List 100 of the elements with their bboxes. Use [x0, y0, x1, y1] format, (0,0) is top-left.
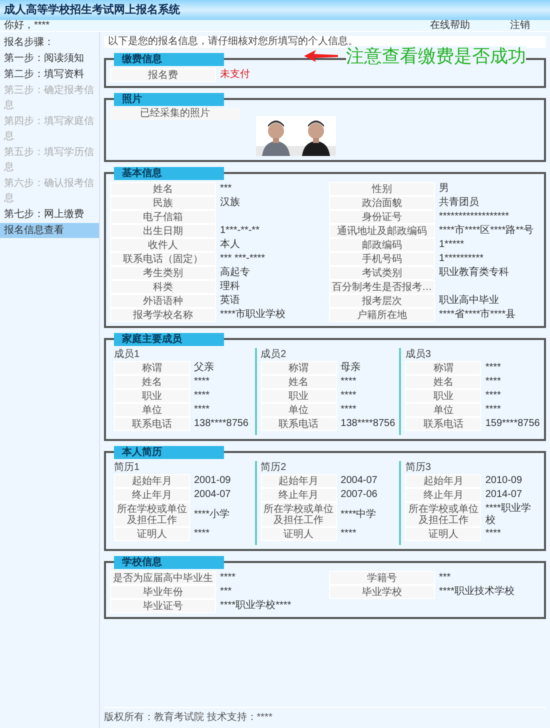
field-label: 出生日期	[110, 224, 216, 238]
field-value: 2014-07	[484, 489, 522, 501]
field-label: 身份证号	[329, 210, 435, 224]
field-label: 起始年月	[114, 474, 190, 488]
field-value: ****市职业学校	[219, 309, 286, 321]
field-label: 所在学校或单位及担任工作	[405, 502, 482, 527]
field-value: *** ***-****	[219, 253, 266, 265]
group-title: 简历1	[114, 461, 141, 474]
field-label: 称谓	[405, 361, 482, 375]
header-link[interactable]: 注销	[510, 20, 530, 31]
field-value: ****	[193, 404, 210, 416]
field-label: 称谓	[260, 361, 337, 375]
field-value: ****中学	[340, 508, 376, 520]
field-value: ****	[484, 362, 501, 374]
field-value: 2001-09	[193, 475, 231, 487]
field-value: 共青团员	[438, 197, 479, 209]
field-label: 姓名	[114, 375, 190, 389]
group-title: 简历2	[260, 461, 288, 474]
field-label: 联系电话（固定）	[110, 252, 216, 266]
field-value: ****	[484, 390, 501, 402]
field-value: ****	[340, 528, 356, 540]
field-value: ****	[484, 528, 501, 540]
field-label: 考试类别	[329, 266, 435, 280]
field-label: 毕业证号	[110, 599, 216, 613]
field-value: 本人	[219, 239, 240, 251]
section-title: 缴费信息	[114, 53, 224, 66]
field-value: ****	[484, 376, 501, 388]
field-value: 未支付	[219, 69, 250, 81]
group-title: 成员3	[405, 348, 432, 361]
field-label: 性别	[329, 182, 435, 196]
sidebar-item[interactable]: 第七步：网上缴费	[0, 207, 99, 222]
field-value: 高起专	[219, 267, 250, 279]
field-label: 毕业学校	[329, 585, 435, 599]
field-label: 职业	[405, 389, 482, 403]
field-label: 所在学校或单位及担任工作	[114, 502, 190, 527]
header-link[interactable]: 在线帮助	[430, 20, 470, 31]
footer-text: 版权所有：教育考试院 技术支持：****	[104, 707, 546, 728]
field-value: ****职业学校****	[219, 600, 292, 612]
field-label: 毕业年份	[110, 585, 216, 599]
group-title: 简历3	[405, 461, 432, 474]
field-value: ****	[340, 376, 356, 388]
section-title: 家庭主要成员	[114, 333, 224, 346]
field-label: 报考学校名称	[110, 308, 216, 322]
sidebar-item[interactable]: 第一步：阅读须知	[0, 51, 99, 66]
field-label: 百分制考生是否报考…	[329, 280, 435, 294]
field-value: ***	[219, 586, 232, 598]
sidebar-item[interactable]: 报名信息查看	[0, 223, 99, 238]
field-value: ****职业学校	[484, 502, 532, 526]
field-value: 2004-07	[340, 475, 378, 487]
field-label: 收件人	[110, 238, 216, 252]
field-value: ****	[193, 390, 210, 402]
field-value: 职业教育类专科	[438, 267, 509, 279]
notice-text: 以下是您的报名信息，请仔细核对您所填写的个人信息。	[104, 36, 546, 48]
field-value: 138****8756	[193, 418, 248, 430]
field-label: 联系电话	[114, 417, 190, 431]
field-value: ****	[193, 376, 210, 388]
sidebar-item[interactable]: 第二步：填写资料	[0, 67, 99, 82]
field-value: ****	[340, 390, 356, 402]
field-value: 1**********	[438, 253, 484, 265]
field-label: 终止年月	[405, 488, 482, 502]
field-value: 男	[438, 183, 449, 195]
field-value: 159****8756	[484, 418, 540, 430]
section-title: 照片	[114, 93, 224, 106]
field-label: 姓名	[260, 375, 337, 389]
field-label: 起始年月	[260, 474, 337, 488]
field-value: ****	[193, 528, 210, 540]
field-value: 母亲	[340, 362, 361, 374]
field-label: 联系电话	[260, 417, 337, 431]
field-label: 报名费	[110, 68, 216, 82]
field-label: 证明人	[260, 527, 337, 541]
field-value: 2010-09	[484, 475, 522, 487]
field-label: 起始年月	[405, 474, 482, 488]
group-title: 成员2	[260, 348, 288, 361]
field-value: 138****8756	[340, 418, 396, 430]
field-value: 2007-06	[340, 489, 378, 501]
field-value: 1*****	[438, 239, 464, 251]
field-value: ******************	[438, 211, 510, 223]
field-value: ****	[484, 404, 501, 416]
field-value: 英语	[219, 295, 240, 307]
window-title: 成人高等学校招生考试网上报名系统	[4, 2, 180, 18]
field-label: 单位	[114, 403, 190, 417]
section-title: 学校信息	[114, 556, 224, 569]
field-label: 联系电话	[405, 417, 482, 431]
section-title: 本人简历	[114, 446, 224, 459]
field-value: ***	[219, 183, 232, 195]
field-label: 是否为应届高中毕业生	[110, 571, 216, 585]
field-label: 报考层次	[329, 294, 435, 308]
field-label: 学籍号	[329, 571, 435, 585]
field-label: 手机号码	[329, 252, 435, 266]
field-value: ****省****市****县	[438, 309, 516, 321]
field-value: ****小学	[193, 508, 230, 520]
field-label: 姓名	[110, 182, 216, 196]
field-label: 职业	[260, 389, 337, 403]
arrow-icon	[304, 50, 338, 62]
field-label: 考生类别	[110, 266, 216, 280]
field-value: 汉族	[219, 197, 240, 209]
field-label: 证明人	[114, 527, 190, 541]
field-value: 2004-07	[193, 489, 231, 501]
field-value: ***	[438, 572, 451, 584]
field-label: 单位	[260, 403, 337, 417]
